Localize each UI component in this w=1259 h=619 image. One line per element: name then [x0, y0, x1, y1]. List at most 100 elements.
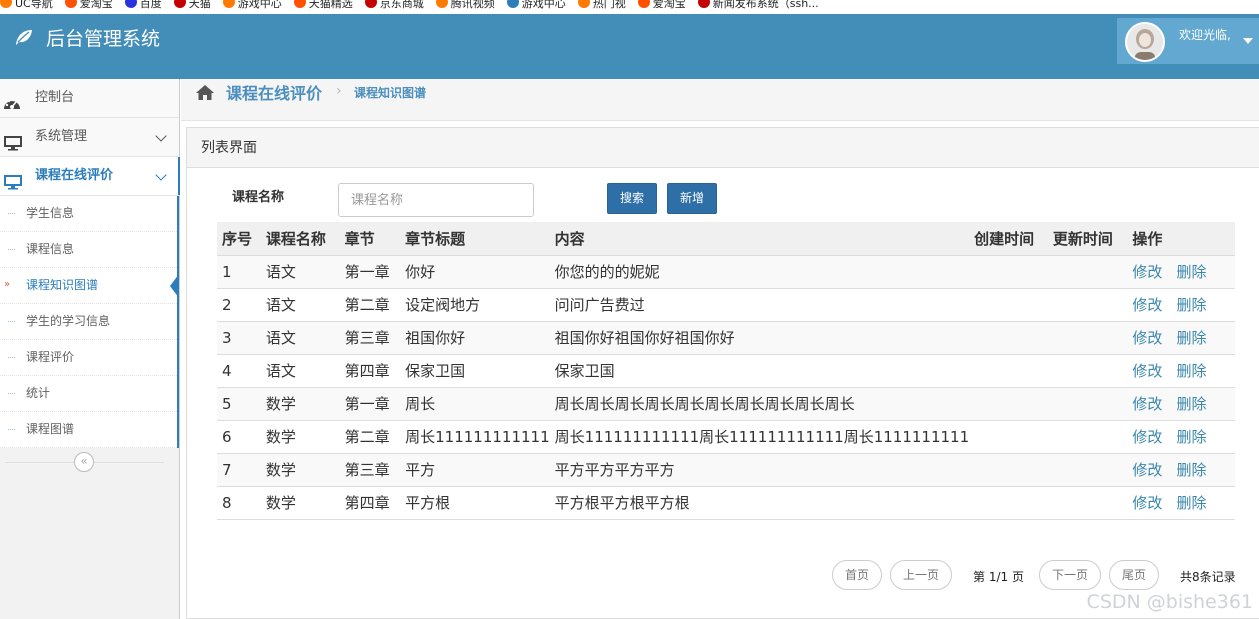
bookmark-item[interactable]: 爱淘宝 [637, 0, 686, 9]
table-cell: 1 [217, 255, 261, 289]
submenu: 学生信息 课程信息 » 课程知识图谱 学生的学习信息 课程评价 统计 课程图谱 [0, 196, 179, 448]
table-cell: 平方根平方根平方根 [549, 486, 970, 520]
delete-link[interactable]: 删除 [1176, 263, 1206, 281]
pager-page-info: 第 1/1 页 [973, 570, 1024, 584]
sidebar-item-system[interactable]: 系统管理 [0, 118, 179, 157]
table-cell [969, 420, 1048, 454]
table-cell [1047, 387, 1128, 421]
submenu-item-course-graph[interactable]: 课程图谱 [0, 412, 177, 448]
delete-link[interactable]: 删除 [1176, 395, 1206, 413]
edit-link[interactable]: 修改 [1132, 296, 1162, 314]
search-input[interactable] [338, 183, 534, 217]
bookmark-favicon-icon [697, 0, 710, 8]
pager-last-button[interactable]: 尾页 [1109, 560, 1160, 590]
submenu-item-label: 统计 [26, 386, 51, 400]
bookmark-label: 游戏中心 [237, 0, 282, 10]
table-cell [969, 321, 1048, 355]
bookmark-item[interactable]: 游戏中心 [506, 0, 566, 9]
table-cell [1047, 321, 1128, 355]
table-cell-actions: 修改 删除 [1127, 354, 1235, 388]
bookmark-favicon-icon [293, 0, 306, 8]
table-row: 6 数学 第二章 周长111111111111 周长111111111111周长1111… [217, 420, 1235, 454]
table-cell: 保家卫国 [400, 354, 550, 388]
bookmark-item[interactable]: 京东商城 [364, 0, 424, 10]
add-button[interactable]: 新增 [667, 183, 718, 214]
sidebar-item-dashboard[interactable]: 控制台 [0, 79, 179, 118]
table-cell-actions: 修改 删除 [1127, 420, 1235, 454]
submenu-item-label: 学生的学习信息 [26, 314, 111, 328]
edit-link[interactable]: 修改 [1132, 461, 1162, 479]
submenu-item-student-info[interactable]: 学生信息 [0, 196, 177, 232]
table-cell: 第一章 [339, 255, 401, 289]
table-cell: 第三章 [339, 321, 401, 355]
bookmark-label: 天猫 [188, 0, 211, 10]
delete-link[interactable]: 删除 [1176, 428, 1206, 446]
table-cell: 你好 [400, 255, 550, 289]
bookmark-label: 京东商城 [379, 0, 424, 10]
bookmark-item[interactable]: 热门视 [577, 0, 626, 9]
table-cell-actions: 修改 删除 [1127, 486, 1235, 520]
delete-link[interactable]: 删除 [1176, 296, 1206, 314]
search-button[interactable]: 搜索 [607, 183, 658, 214]
submenu-item-label: 课程信息 [26, 242, 75, 256]
edit-link[interactable]: 修改 [1132, 263, 1162, 281]
bookmark-item[interactable]: 天猫精选 [293, 0, 353, 9]
col-header-created: 创建时间 [969, 222, 1048, 256]
table-cell: 语文 [260, 321, 340, 355]
table-cell: 周长周长周长周长周长周长周长周长周长周长 [549, 387, 970, 421]
table-cell: 第二章 [339, 420, 401, 454]
bookmark-item[interactable]: 游戏中心 [222, 0, 282, 10]
submenu-item-course-info[interactable]: 课程信息 [0, 232, 177, 268]
col-header-index: 序号 [217, 222, 261, 256]
user-menu[interactable]: 欢迎光临, [1117, 18, 1259, 64]
delete-link[interactable]: 删除 [1176, 362, 1206, 380]
table-cell: 语文 [260, 354, 340, 388]
submenu-item-knowledge-graph[interactable]: » 课程知识图谱 [0, 268, 179, 304]
bookmark-item[interactable]: 天猫 [173, 0, 211, 10]
sidebar-item-course-evaluation[interactable]: 课程在线评价 [0, 157, 180, 196]
table-cell-actions: 修改 删除 [1127, 321, 1235, 355]
pager-first-button[interactable]: 首页 [832, 560, 883, 590]
caret-down-icon[interactable] [1243, 38, 1253, 44]
list-panel: 列表界面 课程名称 搜索 新增 序号 课程名称 章节 章节标题 内容 创建时间 … [186, 127, 1259, 619]
table-cell: 语文 [260, 255, 340, 289]
table-cell: 周长111111111111 [400, 420, 550, 454]
edit-link[interactable]: 修改 [1132, 428, 1162, 446]
bookmark-item[interactable]: UC导航 [0, 0, 53, 9]
table-cell: 平方平方平方平方 [549, 453, 970, 487]
bookmark-item[interactable]: 腾讯视频 [435, 0, 495, 9]
sidebar: 控制台 系统管理 课程在线评价 学生信息 课程信息 » 课程知识图谱 学生的学习信… [0, 79, 180, 619]
submenu-item-learning-info[interactable]: 学生的学习信息 [0, 304, 177, 340]
collapse-icon[interactable]: « [74, 452, 94, 472]
pager-prev-button[interactable]: 上一页 [890, 560, 953, 590]
top-navbar: 后台管理系统 欢迎光临, [0, 14, 1259, 79]
edit-link[interactable]: 修改 [1132, 494, 1162, 512]
table-row: 7 数学 第三章 平方 平方平方平方平方 修改 删除 [217, 453, 1235, 487]
delete-link[interactable]: 删除 [1176, 494, 1206, 512]
table-cell-actions: 修改 删除 [1127, 288, 1235, 322]
table-row: 8 数学 第四章 平方根 平方根平方根平方根 修改 删除 [217, 486, 1235, 520]
submenu-item-course-review[interactable]: 课程评价 [0, 340, 177, 376]
bookmark-label: 百度 [139, 0, 162, 10]
bookmark-item[interactable]: 爱淘宝 [64, 0, 113, 9]
edit-link[interactable]: 修改 [1132, 362, 1162, 380]
table-cell: 数学 [260, 387, 340, 421]
col-header-chapter: 章节 [339, 222, 401, 256]
col-header-chapter-title: 章节标题 [400, 222, 550, 256]
edit-link[interactable]: 修改 [1132, 329, 1162, 347]
submenu-item-statistics[interactable]: 统计 [0, 376, 177, 412]
delete-link[interactable]: 删除 [1176, 461, 1206, 479]
table-cell [969, 255, 1048, 289]
pager-next-button[interactable]: 下一页 [1039, 560, 1102, 590]
leaf-icon [14, 27, 34, 53]
table-cell: 6 [217, 420, 261, 454]
edit-link[interactable]: 修改 [1132, 395, 1162, 413]
delete-link[interactable]: 删除 [1176, 329, 1206, 347]
home-icon[interactable] [195, 84, 215, 105]
brand[interactable]: 后台管理系统 [14, 26, 160, 53]
breadcrumb-current[interactable]: 课程在线评价 [226, 80, 322, 104]
table-cell [1047, 420, 1128, 454]
bookmark-label: 新闻发布系统（ssh... [712, 0, 819, 10]
bookmark-item[interactable]: 百度 [124, 0, 162, 10]
bookmark-item[interactable]: 新闻发布系统（ssh... [697, 0, 819, 10]
